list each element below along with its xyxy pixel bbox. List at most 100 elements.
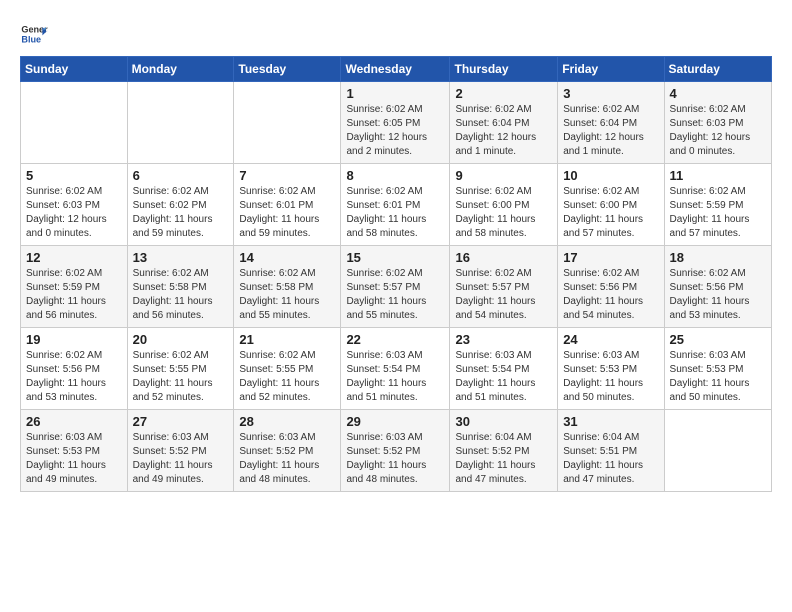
header: General Blue xyxy=(20,16,772,48)
week-row-2: 5 Sunrise: 6:02 AM Sunset: 6:03 PM Daylig… xyxy=(21,164,772,246)
day-info: Sunrise: 6:02 AM Sunset: 5:59 PM Dayligh… xyxy=(670,185,766,241)
day-cell: 31 Sunrise: 6:04 AM Sunset: 5:51 PM Dayli… xyxy=(558,410,664,492)
day-number: 25 xyxy=(670,332,766,347)
day-info: Sunrise: 6:02 AM Sunset: 6:04 PM Dayligh… xyxy=(455,103,552,159)
day-cell: 8 Sunrise: 6:02 AM Sunset: 6:01 PM Daylig… xyxy=(341,164,450,246)
day-number: 1 xyxy=(346,86,444,101)
week-row-3: 12 Sunrise: 6:02 AM Sunset: 5:59 PM Dayli… xyxy=(21,246,772,328)
day-number: 13 xyxy=(133,250,229,265)
day-number: 30 xyxy=(455,414,552,429)
day-cell: 22 Sunrise: 6:03 AM Sunset: 5:54 PM Dayli… xyxy=(341,328,450,410)
day-number: 11 xyxy=(670,168,766,183)
week-row-1: 1Sunrise: 6:02 AM Sunset: 6:05 PM Daylig… xyxy=(21,82,772,164)
day-number: 23 xyxy=(455,332,552,347)
weekday-header-sunday: Sunday xyxy=(21,57,128,82)
day-cell: 6Sunrise: 6:02 AM Sunset: 6:02 PM Daylig… xyxy=(127,164,234,246)
day-info: Sunrise: 6:03 AM Sunset: 5:54 PM Dayligh… xyxy=(346,349,444,405)
day-cell: 17 Sunrise: 6:02 AM Sunset: 5:56 PM Dayli… xyxy=(558,246,664,328)
day-info: Sunrise: 6:03 AM Sunset: 5:52 PM Dayligh… xyxy=(239,431,335,487)
day-info: Sunrise: 6:02 AM Sunset: 5:57 PM Dayligh… xyxy=(455,267,552,323)
day-cell: 15 Sunrise: 6:02 AM Sunset: 5:57 PM Dayli… xyxy=(341,246,450,328)
day-cell: 5 Sunrise: 6:02 AM Sunset: 6:03 PM Daylig… xyxy=(21,164,128,246)
day-cell: 23 Sunrise: 6:03 AM Sunset: 5:54 PM Dayli… xyxy=(450,328,558,410)
day-info: Sunrise: 6:02 AM Sunset: 5:57 PM Dayligh… xyxy=(346,267,444,323)
day-number: 22 xyxy=(346,332,444,347)
day-number: 15 xyxy=(346,250,444,265)
day-info: Sunrise: 6:02 AM Sunset: 6:00 PM Dayligh… xyxy=(455,185,552,241)
day-cell: 29 Sunrise: 6:03 AM Sunset: 5:52 PM Dayli… xyxy=(341,410,450,492)
day-number: 17 xyxy=(563,250,658,265)
svg-text:Blue: Blue xyxy=(21,34,41,44)
day-number: 6 xyxy=(133,168,229,183)
day-cell: 30 Sunrise: 6:04 AM Sunset: 5:52 PM Dayli… xyxy=(450,410,558,492)
day-info: Sunrise: 6:03 AM Sunset: 5:52 PM Dayligh… xyxy=(346,431,444,487)
day-cell: 24 Sunrise: 6:03 AM Sunset: 5:53 PM Dayli… xyxy=(558,328,664,410)
day-info: Sunrise: 6:03 AM Sunset: 5:54 PM Dayligh… xyxy=(455,349,552,405)
day-info: Sunrise: 6:02 AM Sunset: 5:55 PM Dayligh… xyxy=(133,349,229,405)
day-cell: 20Sunrise: 6:02 AM Sunset: 5:55 PM Dayli… xyxy=(127,328,234,410)
logo: General Blue xyxy=(20,20,52,48)
day-number: 7 xyxy=(239,168,335,183)
day-info: Sunrise: 6:03 AM Sunset: 5:52 PM Dayligh… xyxy=(133,431,229,487)
week-row-5: 26Sunrise: 6:03 AM Sunset: 5:53 PM Dayli… xyxy=(21,410,772,492)
weekday-header-wednesday: Wednesday xyxy=(341,57,450,82)
day-info: Sunrise: 6:04 AM Sunset: 5:52 PM Dayligh… xyxy=(455,431,552,487)
day-info: Sunrise: 6:02 AM Sunset: 5:56 PM Dayligh… xyxy=(26,349,122,405)
day-cell: 14Sunrise: 6:02 AM Sunset: 5:58 PM Dayli… xyxy=(234,246,341,328)
day-number: 2 xyxy=(455,86,552,101)
day-cell: 26Sunrise: 6:03 AM Sunset: 5:53 PM Dayli… xyxy=(21,410,128,492)
week-row-4: 19 Sunrise: 6:02 AM Sunset: 5:56 PM Dayli… xyxy=(21,328,772,410)
day-cell: 9 Sunrise: 6:02 AM Sunset: 6:00 PM Daylig… xyxy=(450,164,558,246)
day-cell: 25Sunrise: 6:03 AM Sunset: 5:53 PM Dayli… xyxy=(664,328,771,410)
day-cell: 21Sunrise: 6:02 AM Sunset: 5:55 PM Dayli… xyxy=(234,328,341,410)
day-number: 26 xyxy=(26,414,122,429)
day-cell: 19 Sunrise: 6:02 AM Sunset: 5:56 PM Dayli… xyxy=(21,328,128,410)
calendar-table: SundayMondayTuesdayWednesdayThursdayFrid… xyxy=(20,56,772,492)
day-cell xyxy=(664,410,771,492)
day-info: Sunrise: 6:02 AM Sunset: 6:01 PM Dayligh… xyxy=(346,185,444,241)
day-number: 21 xyxy=(239,332,335,347)
day-info: Sunrise: 6:02 AM Sunset: 6:03 PM Dayligh… xyxy=(26,185,122,241)
day-number: 28 xyxy=(239,414,335,429)
day-info: Sunrise: 6:02 AM Sunset: 5:58 PM Dayligh… xyxy=(239,267,335,323)
day-info: Sunrise: 6:03 AM Sunset: 5:53 PM Dayligh… xyxy=(563,349,658,405)
day-cell xyxy=(127,82,234,164)
day-cell: 4 Sunrise: 6:02 AM Sunset: 6:03 PM Daylig… xyxy=(664,82,771,164)
day-number: 5 xyxy=(26,168,122,183)
day-info: Sunrise: 6:02 AM Sunset: 6:03 PM Dayligh… xyxy=(670,103,766,159)
weekday-header-tuesday: Tuesday xyxy=(234,57,341,82)
weekday-header-monday: Monday xyxy=(127,57,234,82)
day-number: 9 xyxy=(455,168,552,183)
day-number: 19 xyxy=(26,332,122,347)
day-number: 8 xyxy=(346,168,444,183)
weekday-header-row: SundayMondayTuesdayWednesdayThursdayFrid… xyxy=(21,57,772,82)
day-info: Sunrise: 6:02 AM Sunset: 5:56 PM Dayligh… xyxy=(670,267,766,323)
day-cell: 28 Sunrise: 6:03 AM Sunset: 5:52 PM Dayli… xyxy=(234,410,341,492)
day-cell: 3 Sunrise: 6:02 AM Sunset: 6:04 PM Daylig… xyxy=(558,82,664,164)
day-number: 31 xyxy=(563,414,658,429)
page-container: General Blue SundayMondayTuesdayWednesda… xyxy=(0,0,792,504)
weekday-header-friday: Friday xyxy=(558,57,664,82)
day-cell: 2 Sunrise: 6:02 AM Sunset: 6:04 PM Daylig… xyxy=(450,82,558,164)
day-info: Sunrise: 6:02 AM Sunset: 5:56 PM Dayligh… xyxy=(563,267,658,323)
day-cell: 1Sunrise: 6:02 AM Sunset: 6:05 PM Daylig… xyxy=(341,82,450,164)
day-number: 4 xyxy=(670,86,766,101)
day-number: 29 xyxy=(346,414,444,429)
day-cell: 27 Sunrise: 6:03 AM Sunset: 5:52 PM Dayli… xyxy=(127,410,234,492)
day-info: Sunrise: 6:04 AM Sunset: 5:51 PM Dayligh… xyxy=(563,431,658,487)
day-info: Sunrise: 6:02 AM Sunset: 5:59 PM Dayligh… xyxy=(26,267,122,323)
day-number: 3 xyxy=(563,86,658,101)
day-number: 27 xyxy=(133,414,229,429)
day-number: 18 xyxy=(670,250,766,265)
day-info: Sunrise: 6:02 AM Sunset: 5:58 PM Dayligh… xyxy=(133,267,229,323)
day-info: Sunrise: 6:02 AM Sunset: 6:04 PM Dayligh… xyxy=(563,103,658,159)
day-number: 12 xyxy=(26,250,122,265)
weekday-header-thursday: Thursday xyxy=(450,57,558,82)
day-number: 24 xyxy=(563,332,658,347)
day-info: Sunrise: 6:02 AM Sunset: 6:01 PM Dayligh… xyxy=(239,185,335,241)
day-info: Sunrise: 6:02 AM Sunset: 6:00 PM Dayligh… xyxy=(563,185,658,241)
day-cell: 11 Sunrise: 6:02 AM Sunset: 5:59 PM Dayli… xyxy=(664,164,771,246)
day-number: 16 xyxy=(455,250,552,265)
day-cell xyxy=(234,82,341,164)
day-cell: 13 Sunrise: 6:02 AM Sunset: 5:58 PM Dayli… xyxy=(127,246,234,328)
